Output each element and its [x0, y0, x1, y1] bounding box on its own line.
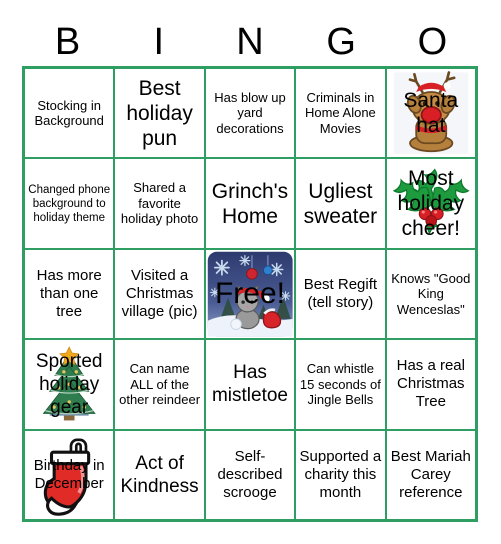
bingo-cell-label: Most holiday cheer!	[397, 167, 465, 241]
bingo-cell-label: Has mistletoe	[211, 362, 288, 407]
bingo-cell-label: Self-described scrooge	[217, 447, 283, 501]
bingo-cell-i3[interactable]: Visited a Christmas village (pic)	[115, 249, 204, 339]
bingo-cell-n5[interactable]: Self-described scrooge	[205, 430, 295, 519]
bingo-cell-g3[interactable]: Best Regift (tell story)	[296, 249, 385, 339]
bingo-cell-label: Act of Kindness	[120, 452, 199, 497]
bingo-cell-label: Has a real Christmas Tree	[396, 357, 465, 411]
bingo-cell-g5[interactable]: Supported a charity this month	[296, 430, 385, 519]
bingo-cell-label: Can whistle 15 seconds of Jingle Bells	[299, 361, 381, 408]
bingo-cell-b1[interactable]: Stocking in Background	[25, 69, 114, 158]
bingo-cell-b3[interactable]: Has more than one tree	[25, 249, 114, 339]
bingo-cell-i1[interactable]: Best holiday pun	[115, 69, 204, 158]
bingo-cell-o3[interactable]: Knows "Good King Wenceslas"	[386, 249, 475, 339]
bingo-header: BINGO	[22, 18, 478, 66]
bingo-cell-label: Birthday in December	[33, 456, 105, 492]
bingo-cell-label: Changed phone background to holiday them…	[28, 183, 111, 224]
bingo-cell-label: Knows "Good King Wenceslas"	[391, 270, 471, 317]
bingo-cell-label: Criminals in Home Alone Movies	[304, 89, 376, 136]
bingo-cell-o5[interactable]: Best Mariah Carey reference	[386, 430, 475, 519]
bingo-cell-i5[interactable]: Act of Kindness	[115, 430, 204, 519]
bingo-cell-label: Ugliest sweater	[303, 179, 378, 228]
bingo-cell-b5[interactable]: Birthday in December	[25, 430, 114, 519]
bingo-card: B I N G O Stocking in Background Best holiday…	[0, 0, 501, 544]
bingo-cell-label: Best holiday pun	[126, 76, 193, 150]
bingo-cell-free-space[interactable]: Free!	[205, 249, 295, 339]
bingo-cell-label: Shared a favorite holiday photo	[120, 180, 199, 227]
bingo-cell-label: Sported holiday gear	[35, 350, 103, 418]
bingo-cell-n2[interactable]: Grinch's Home	[205, 159, 295, 248]
bingo-cell-b2[interactable]: Changed phone background to holiday them…	[25, 159, 114, 248]
bingo-header-letter-o: O	[417, 21, 448, 63]
bingo-cell-label: Best Mariah Carey reference	[390, 447, 471, 501]
bingo-cell-g1[interactable]: Criminals in Home Alone Movies	[296, 69, 385, 158]
bingo-cell-label: Visited a Christmas village (pic)	[121, 266, 198, 320]
bingo-cell-label: Free!	[214, 276, 285, 310]
bingo-header-letter-g: G	[326, 21, 356, 63]
bingo-cell-label: Grinch's Home	[211, 179, 289, 228]
bingo-header-letter-i: I	[153, 21, 165, 63]
bingo-cell-i2[interactable]: Shared a favorite holiday photo	[115, 159, 204, 248]
bingo-cell-g4[interactable]: Can whistle 15 seconds of Jingle Bells	[296, 340, 385, 429]
bingo-cell-i4[interactable]: Can name ALL of the other reindeer	[115, 340, 204, 429]
bingo-cell-label: Has more than one tree	[36, 266, 102, 320]
bingo-cell-label: Best Regift (tell story)	[303, 275, 378, 311]
bingo-cell-n4[interactable]: Has mistletoe	[205, 340, 295, 429]
bingo-header-letter-b: B	[54, 21, 81, 63]
bingo-cell-label: Supported a charity this month	[299, 447, 382, 501]
bingo-cell-o1[interactable]: Santa hat	[386, 69, 475, 158]
bingo-cell-g2[interactable]: Ugliest sweater	[296, 159, 385, 248]
bingo-cell-b4[interactable]: Sported holiday gear	[25, 340, 114, 429]
bingo-cell-n1[interactable]: Has blow up yard decorations	[205, 69, 295, 158]
bingo-cell-label: Santa hat	[403, 89, 459, 138]
bingo-header-letter-n: N	[236, 21, 264, 63]
bingo-cell-label: Has blow up yard decorations	[214, 89, 286, 136]
bingo-cell-o2[interactable]: Most holiday cheer!	[386, 159, 475, 248]
bingo-cell-label: Can name ALL of the other reindeer	[119, 361, 201, 408]
bingo-grid: Stocking in Background Best holiday pun Ha…	[22, 66, 478, 522]
bingo-cell-o4[interactable]: Has a real Christmas Tree	[386, 340, 475, 429]
bingo-cell-label: Stocking in Background	[34, 97, 104, 129]
